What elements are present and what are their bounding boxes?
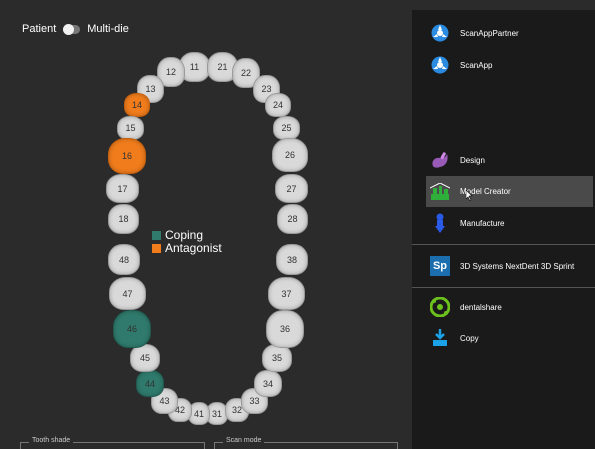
scanapp-icon [430,55,450,75]
tooth-46[interactable]: 46 [113,310,151,348]
tooth-number: 22 [240,68,251,78]
mouse-cursor-icon [465,189,474,203]
app-label: ScanApp [460,60,493,70]
tooth-number: 46 [126,324,137,334]
tooth-number: 36 [279,324,290,334]
divider [412,287,595,288]
app-label: Design [460,155,485,165]
tooth-34[interactable]: 34 [254,370,282,397]
tooth-number: 17 [117,183,128,194]
legend-antagonist: Antagonist [152,242,222,255]
tooth-number: 44 [144,378,155,389]
app-label: Copy [460,333,479,343]
tooth-number: 45 [139,353,150,363]
tooth-44[interactable]: 44 [136,370,164,397]
tooth-47[interactable]: 47 [109,277,146,310]
tooth-26[interactable]: 26 [272,138,308,172]
tooth-number: 43 [159,396,170,406]
app-label: ScanAppPartner [460,28,519,38]
tooth-number: 14 [131,100,142,110]
tooth-shade-label: Tooth shade [29,437,74,444]
tooth-number: 25 [281,123,292,133]
tooth-14[interactable]: 14 [124,93,150,117]
app-design[interactable]: Design [430,150,485,170]
tooth-37[interactable]: 37 [268,277,305,310]
tooth-27[interactable]: 27 [275,174,308,203]
tooth-number: 33 [249,396,260,406]
tooth-number: 16 [121,151,132,161]
scanapp-partner-icon [430,23,450,43]
tooth-number: 11 [189,62,200,72]
app-label: Manufacture [460,218,505,228]
tooth-number: 15 [125,123,136,133]
tooth-36[interactable]: 36 [266,310,304,348]
legend-coping-swatch [152,231,161,240]
tooth-number: 23 [261,84,272,94]
tooth-28[interactable]: 28 [277,204,308,234]
legend-antagonist-label: Antagonist [165,241,222,255]
tooth-number: 18 [118,214,129,224]
tooth-number: 47 [122,288,133,299]
app-dentalshare[interactable]: dentalshare [430,297,502,317]
app-nextdent-3d-sprint[interactable]: Sp 3D Systems NextDent 3D Sprint [430,256,574,276]
tooth-18[interactable]: 18 [108,204,139,234]
divider [412,244,595,245]
tooth-number: 28 [287,214,298,224]
app-manufacture[interactable]: Manufacture [430,213,504,233]
manufacture-icon [430,213,450,233]
tooth-number: 48 [118,254,129,265]
app-scanapppartner[interactable]: ScanAppPartner [430,23,519,43]
tooth-number: 31 [211,408,222,419]
tooth-15[interactable]: 15 [117,116,144,140]
design-icon [430,150,450,170]
app-model-creator[interactable]: Model Creator [426,176,593,207]
tooth-25[interactable]: 25 [273,116,300,140]
tooth-number: 35 [271,353,282,363]
tooth-shade-group: Tooth shade [20,437,205,449]
tooth-chart-panel: Patient Multi-die 11 12 13 14 15 16 17 18 21 22 23… [0,0,412,449]
tooth-number: 24 [272,100,283,110]
tooth-chart: 11 12 13 14 15 16 17 18 21 22 23 24 25 26 27 28 31 32 33 34… [0,0,412,449]
scan-mode-label: Scan mode [223,437,265,444]
tooth-number: 42 [174,405,185,415]
tooth-number: 21 [217,62,228,72]
tooth-number: 12 [165,67,176,77]
tooth-16[interactable]: 16 [108,138,146,174]
legend-antagonist-swatch [152,244,161,253]
app-label: dentalshare [460,302,502,312]
tooth-number: 26 [284,150,295,160]
dentalshare-icon [430,297,450,317]
app-launcher-panel: ScanAppPartner ScanApp Design Model Crea… [412,10,595,449]
legend: Coping Antagonist [152,229,222,255]
nextdent-sp-icon: Sp [430,256,450,276]
tooth-number: 38 [286,254,297,265]
tooth-number: 13 [145,84,156,94]
tooth-38[interactable]: 38 [276,244,308,275]
tooth-number: 34 [262,378,273,389]
app-copy[interactable]: Copy [430,328,479,348]
copy-icon [430,328,450,348]
app-label: 3D Systems NextDent 3D Sprint [460,261,575,271]
app-scanapp[interactable]: ScanApp [430,55,492,75]
tooth-number: 41 [193,408,204,419]
tooth-45[interactable]: 45 [130,344,160,372]
tooth-number: 27 [286,183,297,194]
model-creator-icon [430,182,450,202]
tooth-48[interactable]: 48 [108,244,140,275]
tooth-17[interactable]: 17 [106,174,139,203]
tooth-24[interactable]: 24 [265,93,291,117]
tooth-number: 32 [231,405,242,415]
tooth-35[interactable]: 35 [262,344,292,372]
scan-mode-group: Scan mode [214,437,398,449]
tooth-number: 37 [281,288,292,299]
